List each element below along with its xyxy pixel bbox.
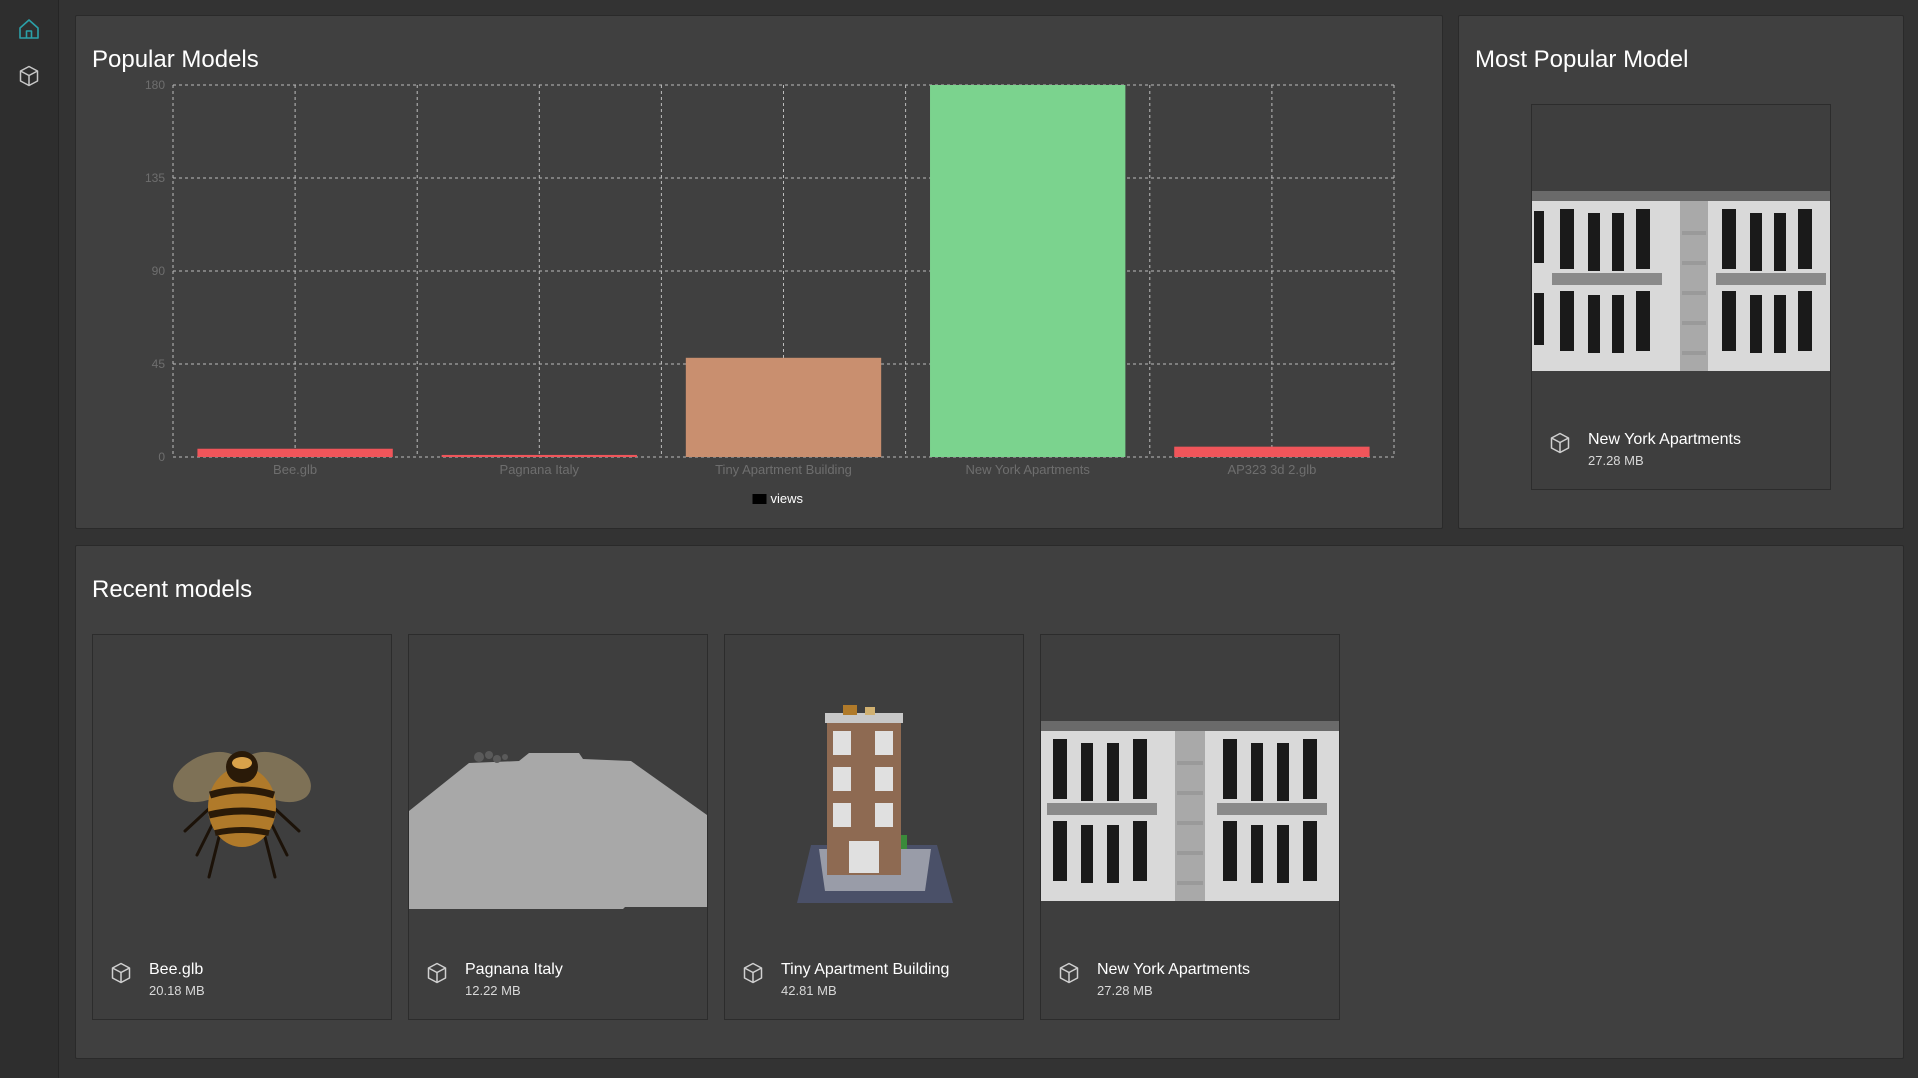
x-tick-label: Pagnana Italy <box>500 462 580 477</box>
y-tick-label: 135 <box>145 171 165 185</box>
recent-model-card[interactable]: Pagnana Italy 12.22 MB <box>408 634 708 1020</box>
y-tick-label: 0 <box>158 450 165 464</box>
legend-swatch <box>752 494 767 504</box>
most-popular-model-title: Most Popular Model <box>1475 46 1689 73</box>
model-thumbnail-pagnana-italy <box>409 635 707 933</box>
model-info: Tiny Apartment Building 42.81 MB <box>741 951 1011 1001</box>
model-size: 27.28 MB <box>1588 453 1644 468</box>
model-size: 42.81 MB <box>781 983 837 998</box>
popular-models-chart: 0 45 90 135 180 Bee.glb Pagnana Italy Tiny Apar… <box>145 78 1395 506</box>
x-tick-label: New York Apartments <box>966 462 1091 477</box>
model-size: 12.22 MB <box>465 983 521 998</box>
bar-ap323-3d-2-glb <box>1174 446 1370 457</box>
y-tick-label: 45 <box>152 357 166 371</box>
x-tick-label: Tiny Apartment Building <box>715 462 852 477</box>
most-popular-model-panel: Most Popular Model New York Apartments 2… <box>1458 15 1904 529</box>
model-name: New York Apartments <box>1097 961 1250 978</box>
recent-models-title: Recent models <box>92 576 253 603</box>
cube-icon <box>1550 432 1570 454</box>
model-thumbnail-tiny-apartment-building <box>725 635 1023 933</box>
cube-icon <box>111 962 131 984</box>
tiny-apartment-building-image <box>725 635 1023 933</box>
cube-icon <box>1059 962 1079 984</box>
recent-models-panel: Recent models Bee.glb 20.18 MB Pagnana I… <box>75 545 1904 1059</box>
sidebar-item-models[interactable] <box>10 57 48 95</box>
new-york-apartments-image <box>1532 105 1830 403</box>
model-info: Bee.glb 20.18 MB <box>109 951 379 1001</box>
bar-bee-glb <box>197 448 393 457</box>
sidebar-item-home[interactable] <box>10 10 48 48</box>
x-tick-label: AP323 3d 2.glb <box>1227 462 1316 477</box>
y-tick-label: 180 <box>145 78 165 92</box>
x-tick-label: Bee.glb <box>273 462 317 477</box>
y-tick-label: 90 <box>152 264 166 278</box>
model-name: Bee.glb <box>149 961 204 978</box>
home-icon <box>19 19 39 39</box>
popular-models-panel: Popular Models 0 45 90 135 180 Bee.glb Pagnana… <box>75 15 1443 529</box>
model-thumbnail-new-york-apartments <box>1532 105 1830 403</box>
recent-model-card[interactable]: Bee.glb 20.18 MB <box>92 634 392 1020</box>
model-info: Pagnana Italy 12.22 MB <box>425 951 695 1001</box>
new-york-apartments-image <box>1041 635 1339 933</box>
model-info: New York Apartments 27.28 MB <box>1057 951 1327 1001</box>
bar-pagnana-italy <box>441 454 637 457</box>
cube-icon <box>427 962 447 984</box>
model-name: Tiny Apartment Building <box>781 961 950 978</box>
sidebar <box>0 0 59 1078</box>
model-name: New York Apartments <box>1588 431 1741 448</box>
model-thumbnail-bee <box>93 635 391 933</box>
model-thumbnail-new-york-apartments <box>1041 635 1339 933</box>
cube-icon <box>743 962 763 984</box>
legend-label: views <box>771 491 804 506</box>
cube-icon <box>19 65 39 87</box>
recent-model-card[interactable]: Tiny Apartment Building 42.81 MB <box>724 634 1024 1020</box>
model-size: 20.18 MB <box>149 983 205 998</box>
bar-new-york-apartments <box>930 85 1126 457</box>
bar-tiny-apartment-building <box>685 357 882 457</box>
pagnana-italy-image <box>409 635 707 933</box>
model-info: New York Apartments 27.28 MB <box>1548 421 1818 471</box>
most-popular-model-card[interactable]: New York Apartments 27.28 MB <box>1531 104 1831 490</box>
model-name: Pagnana Italy <box>465 961 563 978</box>
model-size: 27.28 MB <box>1097 983 1153 998</box>
recent-model-card[interactable]: New York Apartments 27.28 MB <box>1040 634 1340 1020</box>
bee-image <box>93 635 391 933</box>
